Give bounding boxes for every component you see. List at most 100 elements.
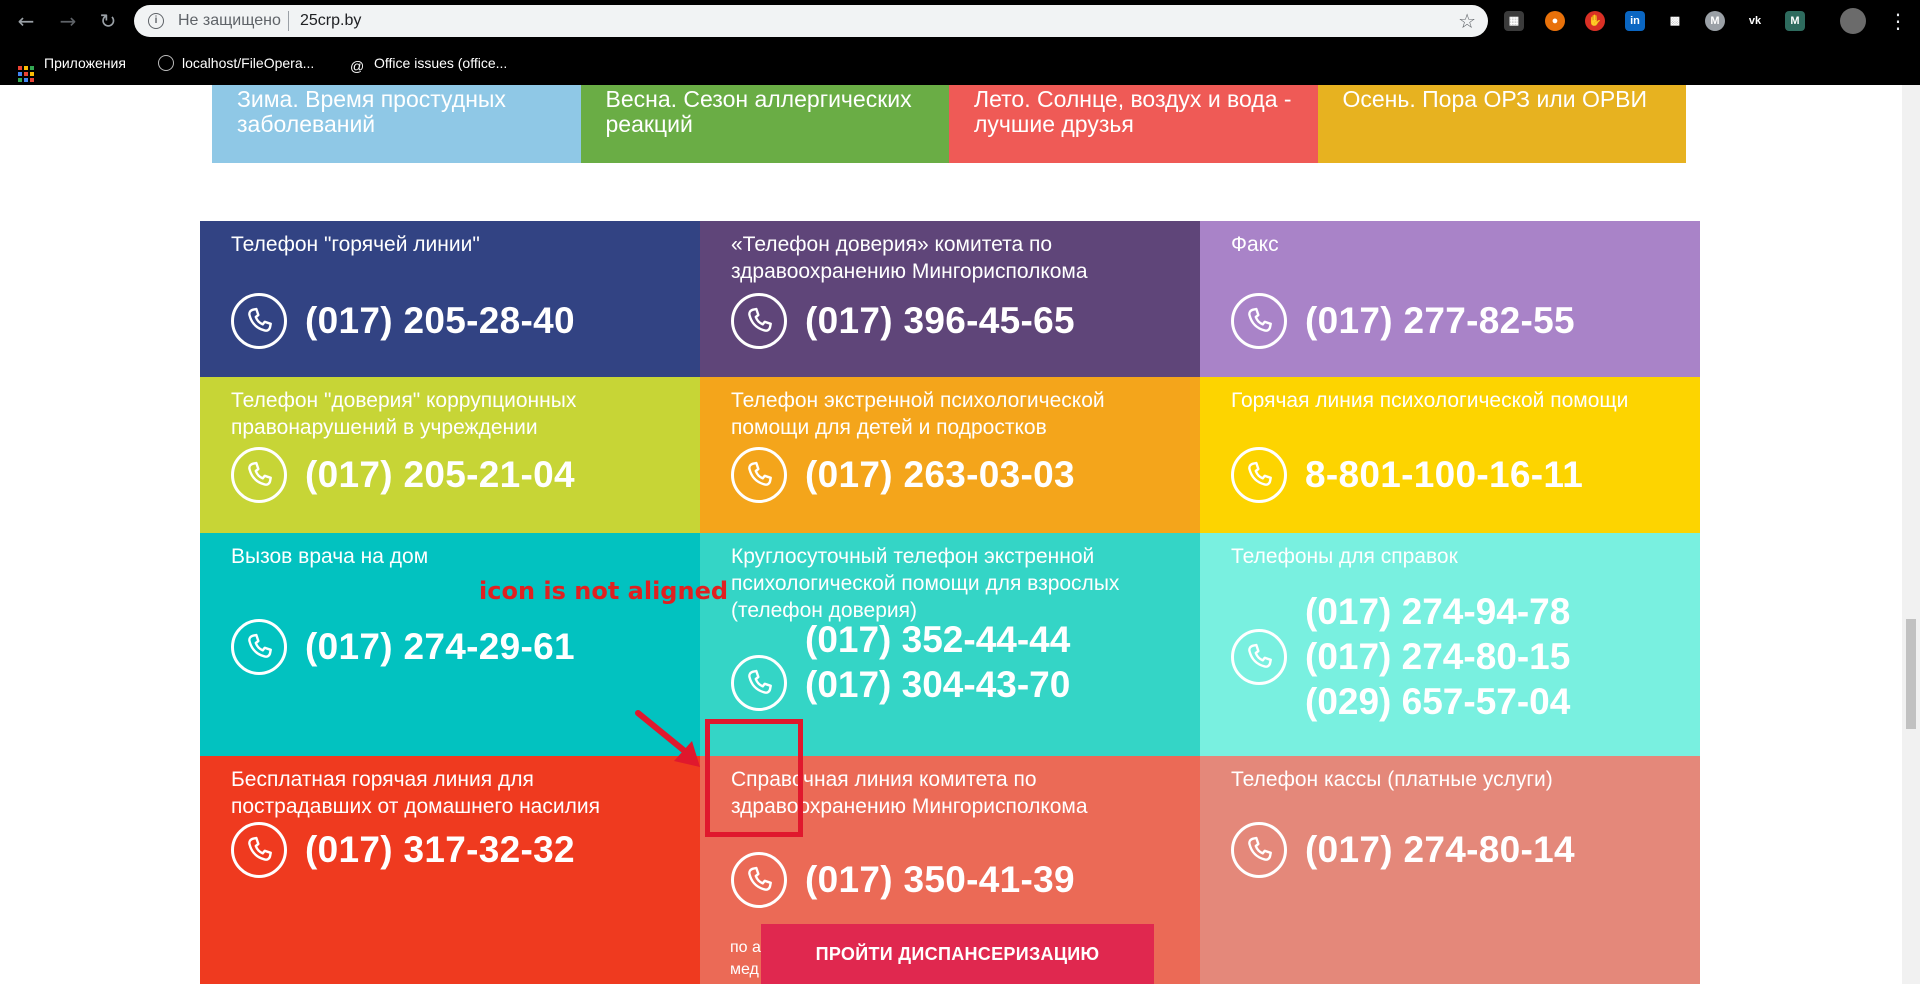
vk-icon[interactable]: vk xyxy=(1745,11,1765,31)
contact-cell-doctor-home: Вызов врача на дом (017) 274-29-61 xyxy=(200,533,700,756)
security-label: Не защищено xyxy=(178,12,281,29)
contact-label: Телефон кассы (платные услуги) xyxy=(1231,768,1553,791)
extension-m-icon[interactable]: M xyxy=(1705,11,1725,31)
extension-stop-hand-icon[interactable]: ✋ xyxy=(1585,11,1605,31)
season-winter[interactable]: Зима. Время простудных заболеваний xyxy=(212,85,581,163)
phone-icon xyxy=(1231,447,1287,503)
phone-number[interactable]: (017) 277-82-55 xyxy=(1305,300,1575,342)
phone-row: (017) 277-82-55 xyxy=(1231,293,1575,349)
extension-grid-icon[interactable]: ▦ xyxy=(1504,11,1524,31)
contact-label: Телефон экстренной психологической помощ… xyxy=(731,389,1105,439)
contact-cell-cashier: Телефон кассы (платные услуги) (017) 274-… xyxy=(1200,756,1700,984)
phone-icon xyxy=(231,619,287,675)
contact-cell-domestic-violence: Бесплатная горячая линия для пострадавши… xyxy=(200,756,700,984)
extension-m-square-icon[interactable]: M xyxy=(1785,11,1805,31)
info-icon[interactable]: i xyxy=(148,13,164,29)
extension-basketball-icon[interactable]: ● xyxy=(1545,11,1565,31)
season-label: Весна. Сезон аллергических реакций xyxy=(605,86,912,137)
phone-number[interactable]: (017) 274-80-14 xyxy=(1305,829,1575,871)
contact-label: Телефоны для справок xyxy=(1231,545,1458,568)
browser-toolbar: ← → ↻ i Не защищено 25crp.by ☆ ▦ ● ✋ in … xyxy=(0,0,1920,43)
phone-row: (017) 205-28-40 xyxy=(231,293,575,349)
phone-icon xyxy=(1231,628,1287,685)
bookmark-office-issues[interactable]: @ Office issues (office... xyxy=(350,51,507,75)
phone-number[interactable]: (017) 263-03-03 xyxy=(805,454,1075,496)
phone-number[interactable]: (017) 350-41-39 xyxy=(805,859,1075,901)
globe-icon xyxy=(158,55,174,71)
phone-row: (017) 396-45-65 xyxy=(731,293,1075,349)
contact-label: Круглосуточный телефон экстренной психол… xyxy=(731,545,1120,622)
phone-number[interactable]: (017) 274-80-15 xyxy=(1305,634,1570,679)
phone-row: (017) 274-29-61 xyxy=(231,619,575,675)
contact-label: Вызов врача на дом xyxy=(231,545,429,568)
season-label: Лето. Солнце, воздух и вода - лучшие дру… xyxy=(974,86,1292,137)
annotation-arrow-icon xyxy=(635,710,700,767)
linkedin-icon[interactable]: in xyxy=(1625,11,1645,31)
phone-icon xyxy=(731,852,787,908)
contact-cell-trust-phone: «Телефон доверия» комитета по здравоохра… xyxy=(700,221,1200,377)
bookmark-star-icon[interactable]: ☆ xyxy=(1458,9,1476,33)
extension-dark-icon[interactable]: ▩ xyxy=(1665,11,1685,31)
contact-label: Факс xyxy=(1231,233,1279,256)
phone-row: (017) 205-21-04 xyxy=(231,447,575,503)
season-spring[interactable]: Весна. Сезон аллергических реакций xyxy=(580,85,949,163)
contact-cell-fax: Факс (017) 277-82-55 xyxy=(1200,221,1700,377)
bookmark-localhost[interactable]: localhost/FileOpera... xyxy=(158,51,314,75)
season-label: Осень. Пора ОРЗ или ОРВИ xyxy=(1342,86,1648,112)
phone-number[interactable]: (017) 352-44-44 xyxy=(805,617,1070,662)
cell-footer-text: по а мед xyxy=(730,939,761,978)
phone-icon xyxy=(231,822,287,878)
phone-number[interactable]: (017) 274-29-61 xyxy=(305,626,575,668)
phone-number[interactable]: (017) 205-21-04 xyxy=(305,454,575,496)
phone-row: 8-801-100-16-11 xyxy=(1231,447,1583,503)
contact-cell-info-phones: Телефоны для справок (017) 274-94-78 (017)… xyxy=(1200,533,1700,756)
season-autumn[interactable]: Осень. Пора ОРЗ или ОРВИ xyxy=(1317,85,1686,163)
at-sign-icon: @ xyxy=(350,58,365,74)
phone-icon xyxy=(1231,822,1287,878)
bookmark-label: Приложения xyxy=(44,55,126,71)
annotation-highlight-box xyxy=(705,719,803,837)
phone-number[interactable]: (017) 304-43-70 xyxy=(805,662,1070,707)
profile-avatar[interactable] xyxy=(1840,8,1866,34)
bookmark-label: localhost/FileOpera... xyxy=(182,55,315,71)
phone-icon xyxy=(231,447,287,503)
address-bar[interactable]: i Не защищено 25crp.by ☆ xyxy=(134,5,1488,37)
bookmark-label: Office issues (office... xyxy=(374,55,508,71)
contact-label: Бесплатная горячая линия для пострадавши… xyxy=(231,768,600,818)
bookmark-apps[interactable]: Приложения xyxy=(18,51,126,82)
contact-label: Горячая линия психологической помощи xyxy=(1231,389,1629,412)
phone-row: (017) 274-94-78 (017) 274-80-15 (029) 657-… xyxy=(1231,589,1570,724)
dispanserization-button[interactable]: ПРОЙТИ ДИСПАНСЕРИЗАЦИЮ xyxy=(761,924,1154,984)
phone-icon xyxy=(731,447,787,503)
phone-number[interactable]: 8-801-100-16-11 xyxy=(1305,454,1583,496)
phone-icon xyxy=(731,655,787,711)
contact-label: Телефон "горячей линии" xyxy=(231,233,480,256)
phone-icon xyxy=(1231,293,1287,349)
contact-cell-child-psych: Телефон экстренной психологической помощ… xyxy=(700,377,1200,533)
back-arrow-icon[interactable]: ← xyxy=(14,9,38,33)
phone-icon xyxy=(231,293,287,349)
contact-cell-hotline: Телефон "горячей линии" (017) 205-28-40 xyxy=(200,221,700,377)
page-scrollbar[interactable] xyxy=(1902,85,1920,984)
phone-number[interactable]: (017) 396-45-65 xyxy=(805,300,1075,342)
contact-cell-anti-corruption: Телефон "доверия" коррупционных правонар… xyxy=(200,377,700,533)
scrollbar-thumb[interactable] xyxy=(1906,619,1916,729)
phone-number-list: (017) 274-94-78 (017) 274-80-15 (029) 657-… xyxy=(1305,589,1570,724)
reload-icon[interactable]: ↻ xyxy=(96,9,120,33)
bookmarks-bar: Приложения localhost/FileOpera... @ Offic… xyxy=(0,43,1920,85)
phone-number[interactable]: (017) 317-32-32 xyxy=(305,829,575,871)
phone-number[interactable]: (029) 657-57-04 xyxy=(1305,679,1570,724)
menu-dots-icon[interactable]: ⋮ xyxy=(1886,9,1910,33)
phone-number-list: (017) 352-44-44 (017) 304-43-70 xyxy=(805,617,1070,707)
season-summer[interactable]: Лето. Солнце, воздух и вода - лучшие дру… xyxy=(949,85,1318,163)
contact-cell-psych-hotline: Горячая линия психологической помощи 8-80… xyxy=(1200,377,1700,533)
annotation-label: icon is not aligned xyxy=(479,577,729,605)
phone-icon xyxy=(731,293,787,349)
forward-arrow-icon[interactable]: → xyxy=(56,9,80,33)
url-text[interactable]: 25crp.by xyxy=(300,12,361,30)
phone-row: (017) 263-03-03 xyxy=(731,447,1075,503)
phone-row: (017) 352-44-44 (017) 304-43-70 xyxy=(731,617,1070,711)
phone-number[interactable]: (017) 205-28-40 xyxy=(305,300,575,342)
phone-row: (017) 274-80-14 xyxy=(1231,822,1575,878)
phone-number[interactable]: (017) 274-94-78 xyxy=(1305,589,1570,634)
